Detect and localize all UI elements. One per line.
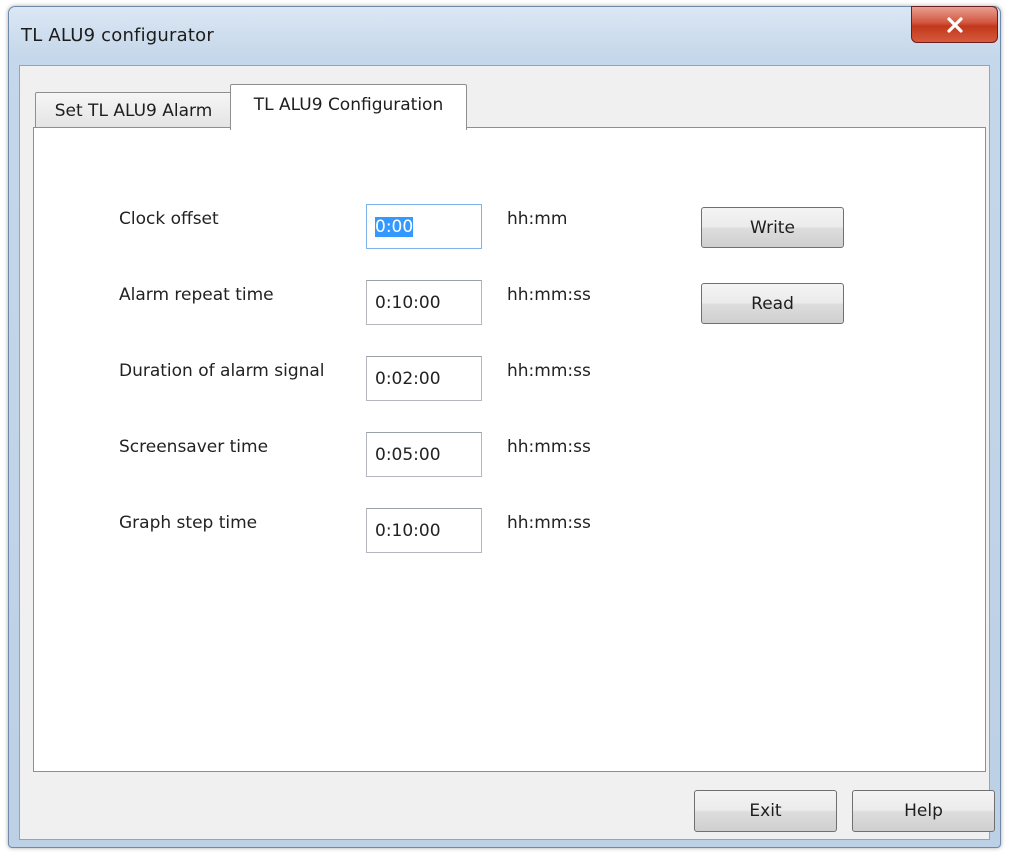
alarm-duration-label: Duration of alarm signal [119,361,325,381]
alarm-repeat-time-label: Alarm repeat time [119,285,274,305]
screensaver-time-input[interactable] [366,432,482,477]
clock-offset-input[interactable]: 0:00 [366,204,482,249]
clock-offset-unit: hh:mm [507,209,568,229]
screensaver-time-label: Screensaver time [119,437,269,457]
clock-offset-label: Clock offset [119,209,219,229]
close-button[interactable] [911,6,998,43]
tab-set-alarm[interactable]: Set TL ALU9 Alarm [35,92,232,129]
screensaver-time-unit: hh:mm:ss [507,437,591,457]
graph-step-time-input[interactable] [366,508,482,553]
window-title: TL ALU9 configurator [21,25,214,46]
alarm-repeat-time-unit: hh:mm:ss [507,285,591,305]
title-bar[interactable]: TL ALU9 configurator [9,6,1000,67]
alarm-repeat-time-input[interactable] [366,280,482,325]
help-button[interactable]: Help [852,790,995,832]
configuration-panel: Clock offset 0:00 hh:mm Alarm repeat tim… [33,127,986,772]
write-button[interactable]: Write [701,207,844,248]
dialog-client-area: Set TL ALU9 Alarm TL ALU9 Configuration … [19,65,995,840]
read-button[interactable]: Read [701,283,844,324]
alarm-duration-unit: hh:mm:ss [507,361,591,381]
close-icon [946,16,963,33]
graph-step-time-label: Graph step time [119,513,258,533]
graph-step-time-unit: hh:mm:ss [507,513,591,533]
dialog-window: TL ALU9 configurator Set TL ALU9 Alarm T… [8,6,1001,848]
alarm-duration-input[interactable] [366,356,482,401]
tab-configuration[interactable]: TL ALU9 Configuration [230,84,467,130]
clock-offset-value: 0:00 [375,216,414,237]
exit-button[interactable]: Exit [694,790,837,832]
